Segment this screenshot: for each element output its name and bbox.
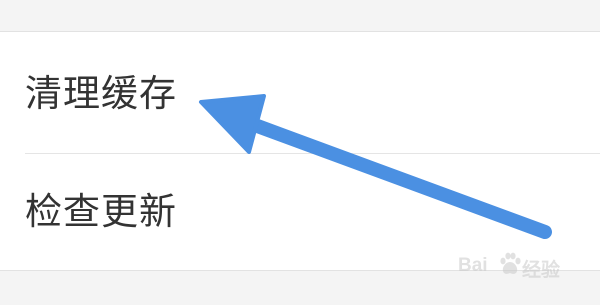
baidu-jingyan-watermark: Bai 经验 xyxy=(458,248,588,288)
baidu-paw-icon xyxy=(500,252,521,274)
watermark-brand-right: 经验 xyxy=(522,260,561,281)
watermark-brand-left: Bai xyxy=(458,255,488,276)
top-section-band xyxy=(0,0,600,32)
check-update-label: 检查更新 xyxy=(25,190,177,233)
clear-cache-label: 清理缓存 xyxy=(25,72,177,115)
clear-cache-item[interactable]: 清理缓存 xyxy=(0,32,600,154)
settings-list: 清理缓存 检查更新 xyxy=(0,32,600,270)
